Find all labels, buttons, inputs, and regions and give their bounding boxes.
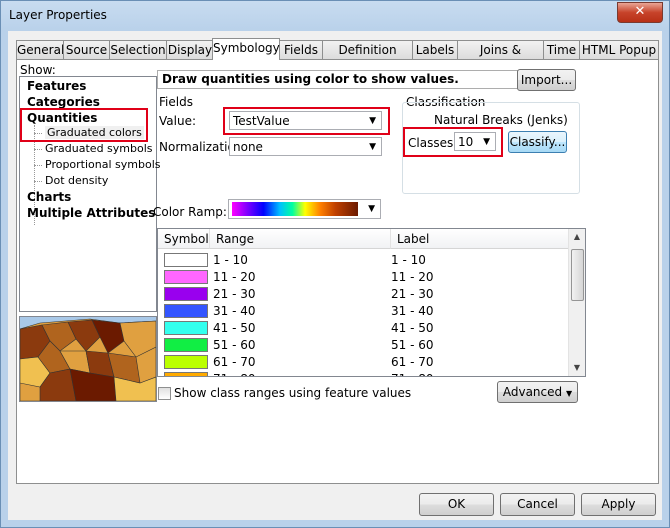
fields-group-label: Fields xyxy=(159,95,193,109)
tab-selection[interactable]: Selection xyxy=(109,40,167,59)
range-cell[interactable]: 11 - 20 xyxy=(213,270,256,285)
dropdown-arrow-icon: ▼ xyxy=(369,142,376,152)
range-cell[interactable]: 21 - 30 xyxy=(213,287,256,302)
show-ranges-checkbox[interactable] xyxy=(158,387,171,400)
classification-method: Natural Breaks (Jenks) xyxy=(434,113,568,127)
show-item-dot-density[interactable]: Dot density xyxy=(45,174,108,187)
label-cell[interactable]: 31 - 40 xyxy=(391,304,434,319)
symbol-swatch[interactable] xyxy=(164,253,208,267)
symbol-swatch[interactable] xyxy=(164,372,208,376)
label-cell[interactable]: 61 - 70 xyxy=(391,355,434,370)
show-label: Show: xyxy=(20,63,56,77)
range-cell[interactable]: 61 - 70 xyxy=(213,355,256,370)
symbol-column-header[interactable]: Symbol xyxy=(158,229,210,249)
show-item-features[interactable]: Features xyxy=(27,79,86,93)
show-item-graduated-symbols[interactable]: Graduated symbols xyxy=(45,142,153,155)
normalization-dropdown[interactable]: none ▼ xyxy=(229,137,382,156)
range-cell[interactable]: 41 - 50 xyxy=(213,321,256,336)
show-item-multiple-attributes[interactable]: Multiple Attributes xyxy=(27,206,155,220)
range-column-header[interactable]: Range xyxy=(210,229,391,249)
value-label: Value: xyxy=(159,114,196,128)
table-row[interactable]: 31 - 40 31 - 40 xyxy=(158,303,569,320)
table-row[interactable]: 71 - 80 71 - 80 xyxy=(158,371,569,376)
window-title: Layer Properties xyxy=(9,8,107,22)
normalization-text: none xyxy=(233,140,263,154)
tab-symbology[interactable]: Symbology xyxy=(212,38,280,60)
range-cell[interactable]: 1 - 10 xyxy=(213,253,248,268)
range-cell[interactable]: 71 - 80 xyxy=(213,372,256,376)
label-cell[interactable]: 41 - 50 xyxy=(391,321,434,336)
tab-time[interactable]: Time xyxy=(543,40,580,59)
tree-connector xyxy=(34,165,42,166)
ok-button[interactable]: OK xyxy=(419,493,494,516)
symbol-swatch[interactable] xyxy=(164,338,208,352)
label-cell[interactable]: 51 - 60 xyxy=(391,338,434,353)
close-button[interactable]: ✕ xyxy=(617,2,663,23)
table-row[interactable]: 61 - 70 61 - 70 xyxy=(158,354,569,371)
label-cell[interactable]: 11 - 20 xyxy=(391,270,434,285)
color-ramp-preview xyxy=(232,202,358,216)
label-cell[interactable]: 71 - 80 xyxy=(391,372,434,376)
dropdown-arrow-icon: ▼ xyxy=(565,389,573,398)
highlight-box xyxy=(20,108,148,142)
show-item-charts[interactable]: Charts xyxy=(27,190,71,204)
symbol-swatch[interactable] xyxy=(164,304,208,318)
tab-html-popup[interactable]: HTML Popup xyxy=(579,40,659,59)
table-row[interactable]: 21 - 30 21 - 30 xyxy=(158,286,569,303)
table-row[interactable]: 1 - 10 1 - 10 xyxy=(158,252,569,269)
symbol-swatch[interactable] xyxy=(164,270,208,284)
highlight-box xyxy=(403,127,503,157)
scroll-thumb[interactable] xyxy=(571,249,584,301)
layer-properties-window: Layer Properties ✕ General Source Select… xyxy=(0,0,670,528)
symbol-swatch[interactable] xyxy=(164,287,208,301)
tree-connector xyxy=(34,149,42,150)
symbol-swatch[interactable] xyxy=(164,321,208,335)
range-cell[interactable]: 31 - 40 xyxy=(213,304,256,319)
classify-button[interactable]: Classify... xyxy=(508,131,567,153)
advanced-button-label: Advanced xyxy=(502,385,563,399)
dropdown-arrow-icon: ▼ xyxy=(368,204,375,214)
symbol-swatch[interactable] xyxy=(164,355,208,369)
tree-connector xyxy=(34,181,42,182)
highlight-box xyxy=(223,107,390,135)
tab-general[interactable]: General xyxy=(16,40,64,59)
tab-source[interactable]: Source xyxy=(63,40,110,59)
class-table: Symbol Range Label 1 - 10 1 - 10 11 - 20 11… xyxy=(157,228,586,377)
table-row[interactable]: 51 - 60 51 - 60 xyxy=(158,337,569,354)
scroll-down-icon[interactable]: ▼ xyxy=(569,360,585,376)
table-row[interactable]: 11 - 20 11 - 20 xyxy=(158,269,569,286)
scroll-up-icon[interactable]: ▲ xyxy=(569,229,585,245)
show-item-proportional-symbols[interactable]: Proportional symbols xyxy=(45,158,161,171)
cancel-button[interactable]: Cancel xyxy=(500,493,575,516)
tab-display[interactable]: Display xyxy=(166,40,214,59)
close-icon: ✕ xyxy=(634,4,646,19)
show-item-categories[interactable]: Categories xyxy=(27,95,100,109)
range-cell[interactable]: 51 - 60 xyxy=(213,338,256,353)
tab-definition-query[interactable]: Definition Query xyxy=(322,40,413,75)
tab-labels[interactable]: Labels xyxy=(412,40,458,59)
advanced-button[interactable]: Advanced ▼ xyxy=(497,381,578,403)
label-cell[interactable]: 1 - 10 xyxy=(391,253,426,268)
map-preview-image xyxy=(20,317,156,401)
color-ramp-label: Color Ramp: xyxy=(153,205,227,219)
import-button[interactable]: Import... xyxy=(517,69,576,91)
table-row[interactable]: 41 - 50 41 - 50 xyxy=(158,320,569,337)
map-preview xyxy=(19,316,157,402)
tab-fields[interactable]: Fields xyxy=(279,40,323,59)
label-column-header[interactable]: Label xyxy=(391,229,569,249)
show-ranges-label: Show class ranges using feature values xyxy=(174,386,412,400)
title-bar[interactable]: Layer Properties ✕ xyxy=(1,1,669,31)
renderer-description: Draw quantities using color to show valu… xyxy=(157,70,518,89)
apply-button[interactable]: Apply xyxy=(581,493,656,516)
dialog-client: General Source Selection Display Symbolo… xyxy=(8,31,662,520)
table-scrollbar[interactable]: ▲ ▼ xyxy=(568,229,585,376)
symbology-panel: Show: Features Categories Quantities Gra… xyxy=(16,59,659,484)
tab-joins-relates[interactable]: Joins & Relates xyxy=(457,40,544,75)
label-cell[interactable]: 21 - 30 xyxy=(391,287,434,302)
